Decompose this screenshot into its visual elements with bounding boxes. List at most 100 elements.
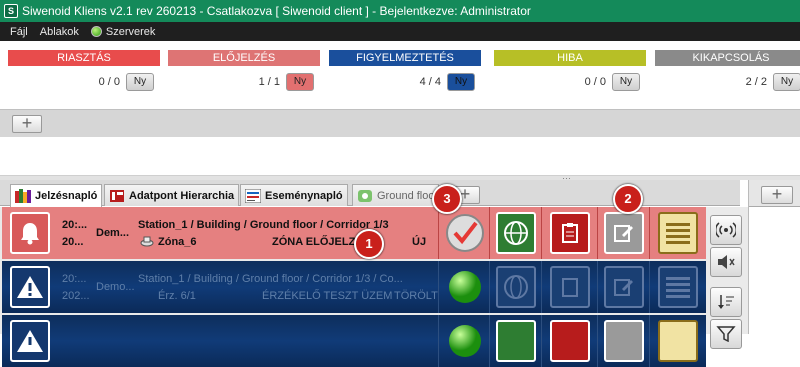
- menu-windows[interactable]: Ablakok: [40, 26, 79, 38]
- menu-file[interactable]: Fájl: [10, 26, 28, 38]
- globe-map-icon[interactable]: [496, 266, 536, 308]
- row-time-2: 20...: [62, 236, 84, 248]
- status-card-error-title: HIBA: [494, 50, 646, 66]
- map-cell[interactable]: [490, 261, 542, 313]
- broadcast-icon: [716, 222, 736, 238]
- table-row[interactable]: 20:... 20... Dem... Station_1 / Building…: [2, 207, 706, 259]
- books-icon: [15, 189, 31, 203]
- error-count: 0 / 0: [584, 76, 606, 88]
- status-card-error: HIBA 0 / 0 Ny: [494, 50, 646, 110]
- broadcast-button[interactable]: [710, 215, 742, 245]
- add-right-tab-button[interactable]: +: [761, 185, 793, 204]
- sort-icon: [718, 295, 734, 309]
- status-card-warning: FIGYELMEZTETÉS 4 / 4 Ny: [329, 50, 481, 110]
- status-card-disabled-title: KIKAPCSOLÁS: [655, 50, 800, 66]
- filter-icon: [716, 326, 736, 342]
- row-who: Demo...: [96, 281, 135, 293]
- status-card-prealarm-title: ELŐJELZÉS: [168, 50, 320, 66]
- edit-cell[interactable]: [598, 261, 650, 313]
- list-cell[interactable]: [650, 315, 706, 367]
- status-card-alarm: RIASZTÁS 0 / 0 Ny: [8, 50, 160, 110]
- row-time-1: 20:...: [62, 273, 87, 285]
- upper-panel: [0, 137, 800, 175]
- map-cell[interactable]: [490, 315, 542, 367]
- window-title: Siwenoid Kliens v2.1 rev 260213 - Csatla…: [22, 4, 531, 18]
- error-ny-button[interactable]: Ny: [612, 73, 640, 91]
- row-time-1: 20:...: [62, 219, 88, 231]
- hierarchy-icon: [110, 189, 124, 202]
- row-zone: Zóna_6: [158, 236, 197, 248]
- table-row[interactable]: [2, 315, 706, 367]
- right-panel-content: [749, 206, 800, 334]
- prealarm-count: 1 / 1: [258, 76, 280, 88]
- row-state: TÖRÖLT: [394, 290, 438, 302]
- floorplan-icon: [358, 189, 372, 202]
- globe-map-icon[interactable]: [496, 212, 536, 254]
- doc-cell[interactable]: [542, 207, 598, 259]
- status-summary: RIASZTÁS 0 / 0 Ny ELŐJELZÉS 1 / 1 Ny FIGYE…: [0, 41, 800, 109]
- callout-badge-1: 1: [354, 229, 384, 259]
- row-state: ÚJ: [412, 236, 427, 248]
- row-event: ÉRZÉKELŐ TESZT ÜZEM: [262, 290, 393, 302]
- status-card-warning-title: FIGYELMEZTETÉS: [329, 50, 481, 66]
- filter-button[interactable]: [710, 319, 742, 349]
- checkmark-icon[interactable]: [445, 213, 485, 253]
- bell-icon: [10, 212, 50, 254]
- status-card-disabled: KIKAPCSOLÁS 2 / 2 Ny: [655, 50, 800, 110]
- table-row[interactable]: 20:... 202... Demo... Station_1 / Buildi…: [2, 261, 706, 313]
- map-cell[interactable]: [490, 207, 542, 259]
- tab-esemenynaplo[interactable]: Eseménynapló: [240, 184, 348, 206]
- list-icon[interactable]: [658, 320, 698, 362]
- list-icon[interactable]: [658, 266, 698, 308]
- status-card-prealarm: ELŐJELZÉS 1 / 1 Ny: [168, 50, 320, 110]
- row-time-2: 202...: [62, 290, 90, 302]
- mute-button[interactable]: [710, 247, 742, 277]
- disabled-ny-button[interactable]: Ny: [773, 73, 800, 91]
- ack-cell[interactable]: [438, 207, 490, 259]
- detector-icon: [140, 236, 154, 247]
- status-cell[interactable]: [438, 315, 490, 367]
- list-icon[interactable]: [658, 212, 698, 254]
- edit-icon[interactable]: [604, 212, 644, 254]
- tab-adatpont-hierarchia[interactable]: Adatpont Hierarchia: [104, 184, 240, 206]
- edit-icon[interactable]: [604, 266, 644, 308]
- warning-triangle-icon: [10, 320, 50, 362]
- document-icon[interactable]: [550, 320, 590, 362]
- doc-cell[interactable]: [542, 261, 598, 313]
- warning-ny-button[interactable]: Ny: [447, 73, 475, 91]
- warning-triangle-icon: [10, 266, 50, 308]
- row-who: Dem...: [96, 227, 130, 239]
- callout-badge-3: 3: [432, 184, 462, 214]
- prealarm-ny-button[interactable]: Ny: [286, 73, 314, 91]
- globe-map-icon[interactable]: [496, 320, 536, 362]
- list-cell[interactable]: [650, 261, 706, 313]
- tab-adatpont-hierarchia-label: Adatpont Hierarchia: [129, 189, 235, 202]
- warning-count: 4 / 4: [419, 76, 441, 88]
- document-icon[interactable]: [550, 266, 590, 308]
- event-grid: 20:... 20... Dem... Station_1 / Building…: [0, 207, 748, 367]
- callout-badge-2: 2: [613, 184, 643, 214]
- status-cell[interactable]: [438, 261, 490, 313]
- edit-icon[interactable]: [604, 320, 644, 362]
- row-path: Station_1 / Building / Ground floor / Co…: [138, 219, 389, 231]
- upper-tab-strip: +: [0, 109, 800, 137]
- alarm-ny-button[interactable]: Ny: [126, 73, 154, 91]
- sort-button[interactable]: [710, 287, 742, 317]
- speaker-icon: [718, 255, 735, 269]
- log-icon: [245, 188, 261, 203]
- edit-cell[interactable]: [598, 207, 650, 259]
- tab-jelzesnaplo[interactable]: Jelzésnapló: [10, 184, 103, 207]
- green-light-icon: [449, 271, 481, 303]
- list-cell[interactable]: [650, 207, 706, 259]
- add-tab-button[interactable]: +: [12, 114, 42, 133]
- tab-ground-floor[interactable]: Ground floo: [352, 184, 440, 206]
- title-bar: S Siwenoid Kliens v2.1 rev 260213 - Csat…: [0, 0, 800, 22]
- server-status-icon: [90, 26, 102, 37]
- menu-servers[interactable]: Szerverek: [90, 26, 155, 38]
- edit-cell[interactable]: [598, 315, 650, 367]
- disabled-count: 2 / 2: [745, 76, 767, 88]
- document-icon[interactable]: [550, 212, 590, 254]
- tab-ground-floor-label: Ground floo: [377, 189, 435, 202]
- green-light-icon: [449, 325, 481, 357]
- doc-cell[interactable]: [542, 315, 598, 367]
